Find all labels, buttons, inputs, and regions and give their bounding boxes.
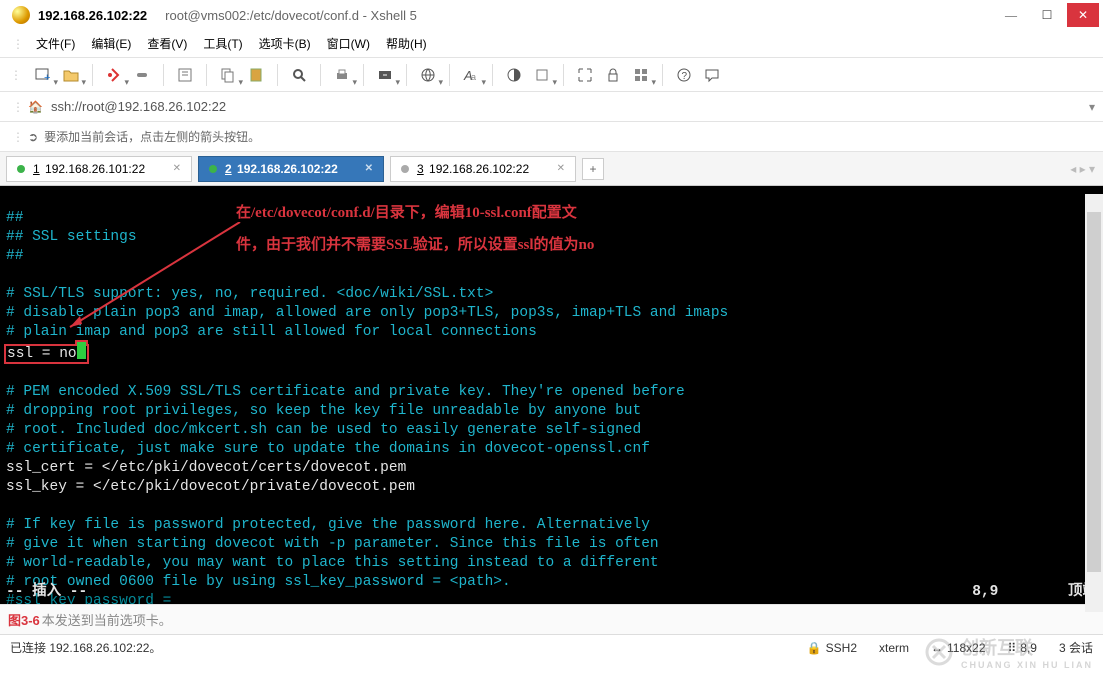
open-session-icon[interactable] [60, 64, 82, 86]
tab-navigation[interactable]: ◂ ▸ ▾ [1070, 162, 1095, 176]
terminal-line: # certificate, just make sure to update … [6, 441, 650, 457]
menu-tools[interactable]: 工具(T) [195, 33, 250, 54]
hint-bar: ⋮ ➲ 要添加当前会话，点击左侧的箭头按钮。 [0, 122, 1103, 152]
menu-view[interactable]: 查看(V) [139, 33, 195, 54]
tab-close-icon[interactable]: ✕ [557, 163, 565, 174]
svg-text:+: + [44, 72, 50, 84]
terminal-line: # root. Included doc/mkcert.sh can be us… [6, 422, 641, 438]
terminal-line: ssl_cert = </etc/pki/dovecot/certs/dovec… [6, 460, 406, 476]
terminal-line: ## [6, 248, 23, 264]
menu-help[interactable]: 帮助(H) [378, 33, 435, 54]
menu-file[interactable]: 文件(F) [28, 33, 83, 54]
font-icon[interactable]: Aa [460, 64, 482, 86]
compose-placeholder: 本发送到当前选项卡。 [42, 610, 172, 629]
terminal-scrollbar[interactable] [1085, 194, 1103, 612]
terminal-line: ## SSL settings [6, 229, 137, 245]
help-icon[interactable]: ? [673, 64, 695, 86]
tab-session-1[interactable]: 1 192.168.26.101:22 ✕ [6, 156, 192, 182]
terminal-line: ## [6, 210, 23, 226]
address-dropdown-icon[interactable]: ▾ [1089, 100, 1095, 114]
terminal-line: # disable plain pop3 and imap, allowed a… [6, 305, 728, 321]
paste-icon[interactable] [245, 64, 267, 86]
watermark-brand: 创新互联 [961, 634, 1093, 660]
figure-label: 图3-6 [8, 610, 40, 629]
lock-icon[interactable] [602, 64, 624, 86]
terminal-line: # give it when starting dovecot with -p … [6, 536, 659, 552]
transfer-icon[interactable] [374, 64, 396, 86]
reconnect-icon[interactable] [103, 64, 125, 86]
status-dot-icon [401, 165, 409, 173]
status-dot-icon [17, 165, 25, 173]
terminal-line: # world-readable, you may want to place … [6, 555, 659, 571]
status-proto: 🔒 SSH2 [807, 641, 857, 655]
terminal-line: ssl_key = </etc/pki/dovecot/private/dove… [6, 479, 415, 495]
hint-arrow-icon[interactable]: ➲ [28, 130, 38, 144]
terminal-line: # plain imap and pop3 are still allowed … [6, 324, 537, 340]
terminal-status-line: -- 插入 -- 8,9 顶端 [6, 583, 1097, 602]
tile-icon[interactable] [630, 64, 652, 86]
disconnect-icon[interactable] [131, 64, 153, 86]
address-text[interactable]: ssh://root@192.168.26.102:22 [51, 99, 226, 114]
svg-text:?: ? [682, 71, 688, 82]
address-icon[interactable]: 🏠 [28, 100, 43, 114]
svg-text:a: a [471, 72, 476, 82]
color-icon[interactable] [503, 64, 525, 86]
tab-session-2[interactable]: 2 192.168.26.102:22 ✕ [198, 156, 384, 182]
menu-window[interactable]: 窗口(W) [319, 33, 378, 54]
find-icon[interactable] [288, 64, 310, 86]
annotation-line1: 在/etc/dovecot/conf.d/目录下，编辑10-ssl.conf配置… [236, 204, 577, 223]
toolbar: ⋮ + Aa ? [0, 58, 1103, 92]
chat-icon[interactable] [701, 64, 723, 86]
session-tabs: 1 192.168.26.101:22 ✕ 2 192.168.26.102:2… [0, 152, 1103, 186]
minimize-button[interactable]: — [995, 3, 1027, 27]
print-icon[interactable] [331, 64, 353, 86]
close-button[interactable]: ✕ [1067, 3, 1099, 27]
tab-add-button[interactable]: + [582, 158, 604, 180]
tab-close-icon[interactable]: ✕ [173, 163, 181, 174]
highlight-icon[interactable] [531, 64, 553, 86]
vim-cursor-pos: 8,9 [972, 584, 998, 600]
terminal-line: # SSL/TLS support: yes, no, required. <d… [6, 286, 493, 302]
terminal-line: # dropping root privileges, so keep the … [6, 403, 641, 419]
annotation-line2: 件，由于我们并不需要SSL验证，所以设置ssl的值为no [236, 236, 594, 255]
watermark-sub: CHUANG XIN HU LIAN [961, 660, 1093, 670]
titlebar: 192.168.26.102:22 root@vms002:/etc/dovec… [0, 0, 1103, 30]
watermark-logo: 创新互联 CHUANG XIN HU LIAN [923, 634, 1093, 670]
maximize-button[interactable]: ☐ [1031, 3, 1063, 27]
menu-tabs[interactable]: 选项卡(B) [251, 33, 319, 54]
terminal-line: # If key file is password protected, giv… [6, 517, 650, 533]
menubar: ⋮ 文件(F) 编辑(E) 查看(V) 工具(T) 选项卡(B) 窗口(W) 帮… [0, 30, 1103, 58]
status-term: xterm [879, 641, 909, 655]
address-bar: ⋮ 🏠 ssh://root@192.168.26.102:22 ▾ [0, 92, 1103, 122]
window-title-path: root@vms002:/etc/dovecot/conf.d - Xshell… [165, 8, 417, 23]
status-dot-icon [209, 165, 217, 173]
encoding-icon[interactable] [417, 64, 439, 86]
tab-session-3[interactable]: 3 192.168.26.102:22 ✕ [390, 156, 576, 182]
window-title-main: 192.168.26.102:22 [38, 8, 147, 23]
hint-text: 要添加当前会话，点击左侧的箭头按钮。 [44, 128, 260, 145]
tab-close-icon[interactable]: ✕ [365, 163, 373, 174]
terminal[interactable]: ## ## SSL settings ## # SSL/TLS support:… [0, 186, 1103, 604]
terminal-line: # PEM encoded X.509 SSL/TLS certificate … [6, 384, 685, 400]
terminal-cursor [77, 342, 86, 359]
app-icon [12, 6, 30, 24]
properties-icon[interactable] [174, 64, 196, 86]
status-connected: 已连接 192.168.26.102:22。 [10, 639, 161, 656]
menu-edit[interactable]: 编辑(E) [83, 33, 139, 54]
new-session-icon[interactable]: + [32, 64, 54, 86]
vim-mode: -- 插入 -- [6, 583, 87, 602]
fullscreen-icon[interactable] [574, 64, 596, 86]
terminal-line-highlighted: ssl = no [6, 346, 87, 362]
copy-icon[interactable] [217, 64, 239, 86]
compose-bar[interactable]: 图3-6 本发送到当前选项卡。 [0, 604, 1103, 634]
